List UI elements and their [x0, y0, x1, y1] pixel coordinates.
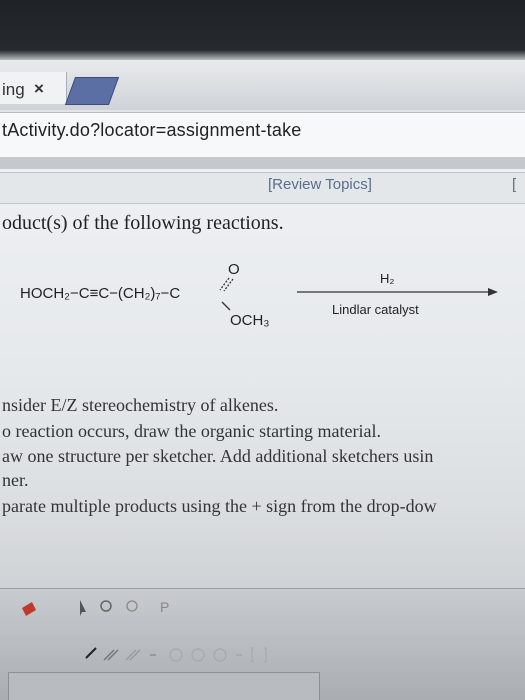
- bracket-tool-icon[interactable]: [251, 647, 267, 663]
- lasso-icon[interactable]: [100, 600, 112, 612]
- instruction-line: aw one structure per sketcher. Add addit…: [2, 446, 434, 466]
- ring-tool-icon[interactable]: [191, 648, 205, 662]
- triple-bond-icon[interactable]: [125, 649, 141, 661]
- ester-bond: [221, 301, 231, 311]
- ring-tool-icon[interactable]: [169, 648, 183, 662]
- carbonyl-bond-second: [223, 278, 234, 292]
- tab-close-icon[interactable]: ×: [34, 79, 44, 99]
- screen: ing × tActivity.do?locator=assignment-ta…: [0, 0, 525, 700]
- sketcher-canvas[interactable]: [8, 672, 320, 700]
- url-text[interactable]: tActivity.do?locator=assignment-take: [2, 120, 302, 141]
- review-right-link[interactable]: [: [512, 176, 516, 193]
- eraser-icon[interactable]: [22, 602, 36, 616]
- tab-title[interactable]: ing: [2, 80, 25, 100]
- double-bond-icon[interactable]: [103, 649, 119, 661]
- toolbar-divider: [0, 157, 525, 169]
- reactant-formula: HOCH₂−C≡C−(CH₂)₇−C: [20, 285, 180, 302]
- reagent-h2: H₂: [380, 271, 394, 286]
- zoom-icon[interactable]: [126, 600, 138, 612]
- ester-group: OCH₃: [230, 312, 269, 329]
- instruction-line: o reaction occurs, draw the organic star…: [2, 421, 382, 441]
- carbonyl-bond: [219, 277, 230, 291]
- pointer-icon[interactable]: [80, 600, 86, 616]
- single-bond-icon[interactable]: [85, 647, 97, 659]
- review-topics-link[interactable]: [Review Topics]: [268, 176, 372, 193]
- carbonyl-oxygen: O: [228, 261, 240, 278]
- instruction-line: ner.: [2, 470, 29, 490]
- reaction-arrowhead: [488, 288, 498, 296]
- reaction-scheme: HOCH₂−C≡C−(CH₂)₇−C O OCH₃ H₂ Lindlar cat…: [20, 261, 498, 329]
- instruction-line: parate multiple products using the + sig…: [2, 496, 437, 516]
- reagent-catalyst: Lindlar catalyst: [332, 302, 419, 317]
- svg-text:P: P: [160, 599, 169, 615]
- question-text: oduct(s) of the following reactions.: [2, 212, 284, 234]
- instruction-line: nsider E/Z stereochemistry of alkenes.: [2, 395, 279, 415]
- ring-tool-icon[interactable]: [213, 648, 227, 662]
- text-tool-icon[interactable]: P: [160, 599, 169, 615]
- review-band: [0, 172, 525, 204]
